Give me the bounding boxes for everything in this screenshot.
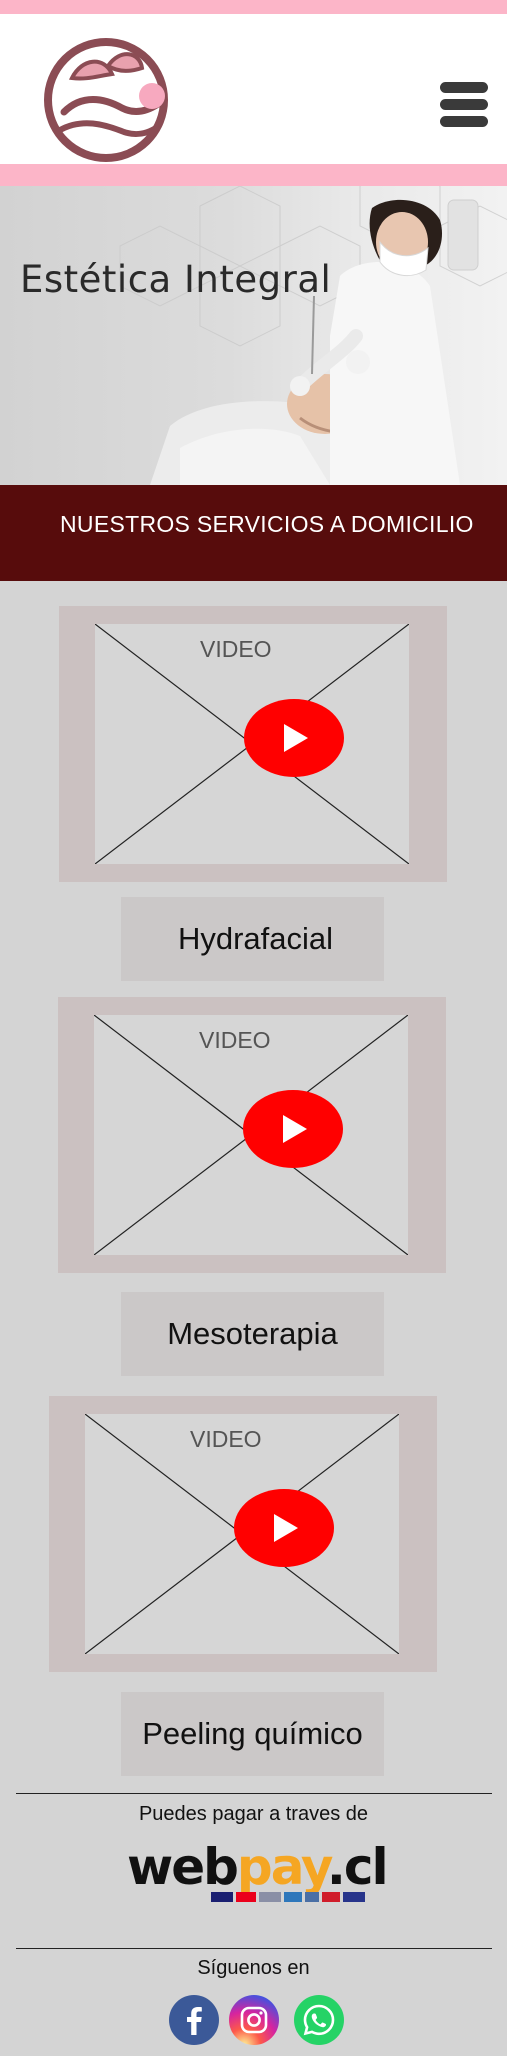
whatsapp-icon[interactable] [294, 1995, 344, 2045]
video-placeholder: VIDEO [94, 1015, 408, 1255]
lotus-face-logo-icon[interactable] [42, 34, 174, 166]
video-card-peeling-quimico: VIDEO [49, 1396, 437, 1672]
footer-divider-top [16, 1793, 492, 1794]
webpay-wordmark: webpay.cl [127, 1838, 389, 1896]
facebook-icon[interactable] [169, 1995, 219, 2045]
video-card-mesoterapia: VIDEO [58, 997, 446, 1273]
hamburger-menu-icon[interactable] [440, 80, 488, 128]
instagram-icon[interactable] [229, 1995, 279, 2045]
service-name: Mesoterapia [167, 1316, 338, 1351]
hero-photo [119, 186, 507, 485]
service-label-mesoterapia[interactable]: Mesoterapia [121, 1292, 384, 1376]
video-label: VIDEO [200, 636, 272, 662]
webpay-logo[interactable]: webpay.cl [127, 1838, 389, 1908]
payment-text: Puedes pagar a traves de [138, 1803, 369, 1825]
hero-banner: Estética Integral [0, 186, 507, 485]
video-label: VIDEO [199, 1027, 271, 1053]
service-label-hydrafacial[interactable]: Hydrafacial [121, 897, 384, 981]
webpay-word-pay: pay [236, 1838, 329, 1896]
footer-divider-bottom [16, 1948, 492, 1949]
video-placeholder: VIDEO [85, 1414, 399, 1654]
service-name: Hydrafacial [177, 921, 334, 956]
service-name: Peeling químico [142, 1716, 363, 1751]
hero-title: Estética Integral [20, 258, 332, 301]
services-banner: NUESTROS SERVICIOS A DOMICILIO [0, 485, 507, 581]
card-brands-icon [211, 1892, 365, 1902]
site-header [0, 14, 507, 164]
play-icon[interactable] [234, 1489, 334, 1567]
play-icon[interactable] [243, 1090, 343, 1168]
video-card-hydrafacial: VIDEO [59, 606, 447, 882]
services-banner-text: NUESTROS SERVICIOS A DOMICILIO [60, 511, 474, 537]
top-pink-strip [0, 0, 507, 14]
pink-divider-bar [0, 164, 507, 186]
service-label-peeling-quimico[interactable]: Peeling químico [121, 1692, 384, 1776]
play-icon[interactable] [244, 699, 344, 777]
follow-text: Síguenos en [197, 1957, 310, 1979]
webpay-word-web: web [127, 1838, 239, 1896]
video-placeholder: VIDEO [95, 624, 409, 864]
webpay-word-cl: .cl [326, 1838, 389, 1896]
video-label: VIDEO [190, 1426, 262, 1452]
